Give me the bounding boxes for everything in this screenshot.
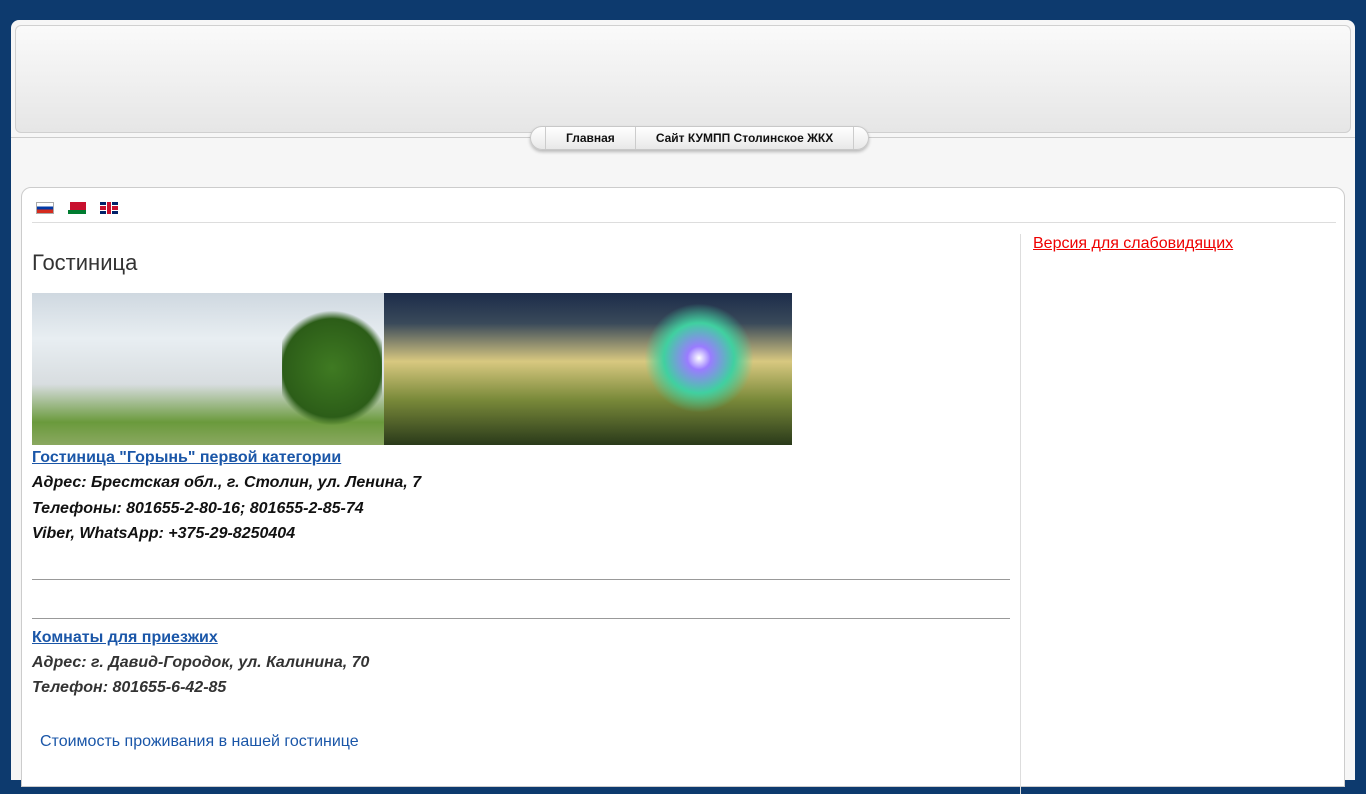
hotel-messengers: Viber, WhatsApp: +375-29-8250404 bbox=[32, 525, 296, 542]
hotel-photos bbox=[32, 293, 1010, 445]
hotel-night-photo bbox=[384, 293, 792, 445]
menu-item-zhkh-site[interactable]: Сайт КУМПП Столинское ЖКХ bbox=[634, 127, 855, 149]
menu-item-home[interactable]: Главная bbox=[545, 127, 635, 149]
header-banner bbox=[15, 25, 1351, 133]
hotel-phones: Телефоны: 801655-2-80-16; 801655-2-85-74 bbox=[32, 499, 364, 517]
accessibility-version-link[interactable]: Версия для слабовидящих bbox=[1033, 235, 1233, 253]
divider bbox=[32, 222, 1336, 223]
ru-flag-icon[interactable] bbox=[36, 202, 54, 214]
divider bbox=[32, 617, 1010, 619]
page-title: Гостиница bbox=[32, 250, 138, 275]
content-panel: Гостиница Гостиница "Горынь" первой кате… bbox=[21, 187, 1345, 794]
main-column: Гостиница Гостиница "Горынь" первой кате… bbox=[32, 250, 1010, 751]
rooms-phone: Телефон: 801655-6-42-85 bbox=[32, 679, 227, 696]
rooms-address: Адрес: г. Давид-Городок, ул. Калинина, 7… bbox=[32, 653, 370, 671]
en-flag-icon[interactable] bbox=[100, 202, 118, 214]
by-flag-icon[interactable] bbox=[68, 202, 86, 214]
column-divider bbox=[1020, 234, 1021, 794]
hotel-day-photo bbox=[32, 293, 384, 445]
rooms-link[interactable]: Комнаты для приезжих bbox=[32, 625, 1010, 650]
page: Главная Сайт КУМПП Столинское ЖКХ Гостин… bbox=[11, 20, 1355, 794]
divider bbox=[32, 578, 1010, 580]
top-menu: Главная Сайт КУМПП Столинское ЖКХ bbox=[530, 126, 870, 150]
language-switcher bbox=[36, 202, 118, 214]
hotel-address: Адрес: Брестская обл., г. Столин, ул. Ле… bbox=[32, 474, 422, 491]
hotel-goryn-link[interactable]: Гостиница "Горынь" первой категории bbox=[32, 445, 1010, 470]
price-link[interactable]: Стоимость проживания в нашей гостинице bbox=[40, 733, 1010, 751]
